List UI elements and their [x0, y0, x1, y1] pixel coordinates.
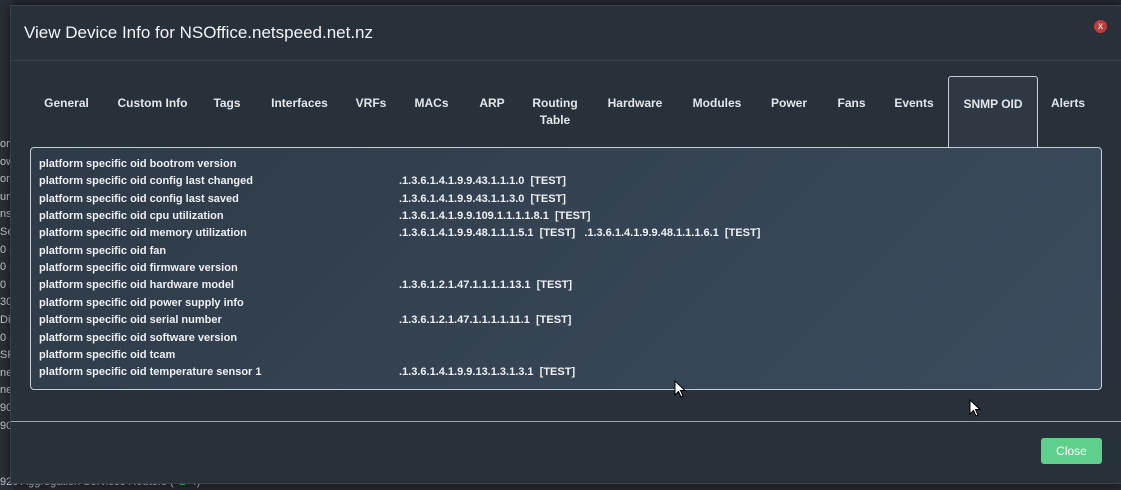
tab-label: VRFs [355, 96, 387, 110]
oid-value: .1.3.6.1.2.1.47.1.1.1.1.11.1 [TEST] [399, 314, 572, 327]
oid-name: platform specific oid power supply info [39, 296, 244, 309]
tab-custom-info[interactable]: Custom Info [108, 76, 197, 148]
device-info-modal: View Device Info for NSOffice.netspeed.n… [10, 5, 1121, 484]
oid-value: .1.3.6.1.4.1.9.9.43.1.1.1.0 [TEST] [399, 175, 566, 188]
oid-value: .1.3.6.1.4.1.9.9.43.1.1.3.0 [TEST] [399, 192, 566, 205]
tab-fans[interactable]: Fans [828, 76, 875, 148]
tab-routing-table[interactable]: Routing Table [523, 76, 587, 148]
oid-name: platform specific oid software version [39, 331, 238, 344]
tab-label: MACs [414, 96, 449, 110]
tab-interfaces[interactable]: Interfaces [263, 76, 336, 148]
tab-macs[interactable]: MACs [409, 76, 454, 148]
tab-hardware[interactable]: Hardware [599, 76, 671, 148]
tab-events[interactable]: Events [886, 76, 942, 148]
oid-value: .1.3.6.1.4.1.9.9.13.1.3.1.3.1 [TEST] [399, 366, 576, 379]
oid-name: platform specific oid hardware model [39, 279, 234, 292]
oid-name: platform specific oid serial number [39, 314, 222, 327]
modal-title: View Device Info for NSOffice.netspeed.n… [24, 23, 374, 42]
oid-value: .1.3.6.1.4.1.9.9.48.1.1.1.5.1 [TEST] .1.… [399, 227, 761, 240]
tab-label: SNMP OID [963, 97, 1023, 111]
tab-arp[interactable]: ARP [473, 76, 511, 148]
oid-name: platform specific oid config last change… [39, 175, 253, 188]
tab-tags[interactable]: Tags [207, 76, 247, 148]
oid-value: .1.3.6.1.4.1.9.9.109.1.1.1.1.8.1 [TEST] [399, 210, 591, 223]
tab-label: Hardware [607, 96, 663, 110]
tab-power[interactable]: Power [763, 76, 815, 148]
tab-modules[interactable]: Modules [684, 76, 750, 148]
oid-name: platform specific oid bootrom version [39, 158, 237, 170]
oid-name: platform specific oid cpu utilization [39, 210, 224, 223]
tab-snmp-oid[interactable]: SNMP OID [948, 76, 1038, 149]
oid-name: platform specific oid config last saved [39, 192, 239, 205]
close-button[interactable]: Close [1041, 438, 1102, 464]
oid-name: platform specific oid fan [39, 244, 167, 257]
oid-name: platform specific oid firmware version [39, 262, 238, 275]
modal-header: View Device Info for NSOffice.netspeed.n… [11, 6, 1121, 61]
tab-label: Interfaces [271, 96, 328, 110]
tab-label: Events [894, 96, 934, 110]
tab-label: Power [770, 96, 807, 110]
tab-label: Custom Info [117, 96, 188, 110]
tab-label: Routing Table [532, 96, 578, 127]
oid-name: platform specific oid memory utilization [39, 227, 247, 240]
oid-value: .1.3.6.1.2.1.47.1.1.1.1.13.1 [TEST] [399, 279, 573, 292]
tab-general[interactable]: General [38, 76, 95, 148]
tab-label: General [44, 96, 89, 110]
oid-name: platform specific oid tcam [39, 348, 176, 361]
oid-name: platform specific oid temperature sensor… [39, 366, 262, 379]
tab-bar: General Custom Info Tags Interfaces VRFs MACs… [11, 76, 1121, 149]
close-icon[interactable]: x [1094, 20, 1107, 33]
tab-label: Alerts [1050, 96, 1085, 110]
tab-alerts[interactable]: Alerts [1041, 76, 1095, 148]
tab-label: Fans [837, 96, 866, 110]
tab-vrfs[interactable]: VRFs [349, 76, 393, 148]
tab-label: ARP [479, 96, 505, 110]
snmp-oid-panel: platform specific oid bootrom version pla… [30, 147, 1102, 390]
tab-label: Tags [213, 96, 241, 110]
footer-divider [11, 421, 1121, 422]
tab-label: Modules [692, 96, 742, 110]
